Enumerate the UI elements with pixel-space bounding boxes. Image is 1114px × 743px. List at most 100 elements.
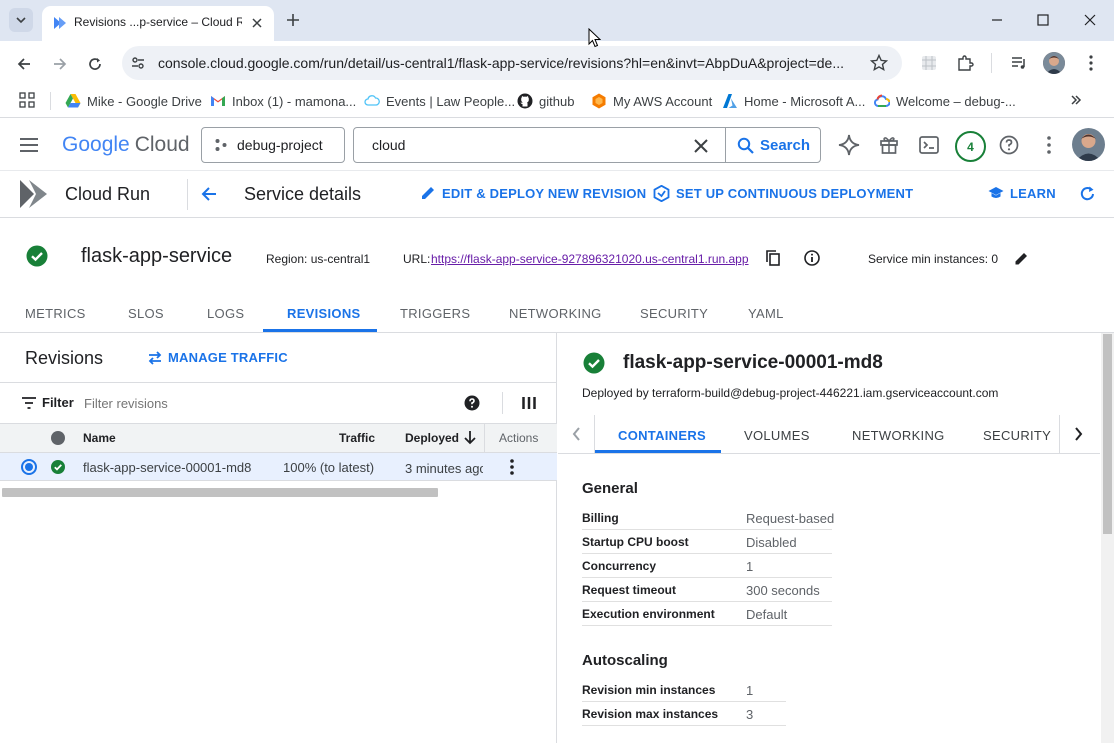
back-button[interactable] xyxy=(12,52,36,76)
learn-button[interactable]: LEARN xyxy=(988,185,1056,201)
gemini-button[interactable] xyxy=(836,132,862,158)
copy-icon xyxy=(766,250,780,266)
reload-button[interactable] xyxy=(83,52,107,76)
filter-button[interactable]: Filter xyxy=(22,395,74,410)
copy-url-button[interactable] xyxy=(764,249,782,267)
apps-button[interactable] xyxy=(18,91,36,109)
profile-avatar[interactable] xyxy=(1043,52,1065,74)
tab-triggers[interactable]: TRIGGERS xyxy=(400,306,470,321)
more-vert-icon xyxy=(1047,136,1051,154)
arrow-left-icon xyxy=(17,58,30,70)
edit-min-instances-button[interactable] xyxy=(1011,249,1031,267)
info-icon xyxy=(804,250,820,266)
browser-tab-active[interactable]: Revisions ...p-service – Cloud Ru xyxy=(42,6,274,41)
product-name[interactable]: Cloud Run xyxy=(65,184,150,205)
row-divider xyxy=(582,625,832,626)
row-divider xyxy=(582,725,786,726)
row-actions-button[interactable] xyxy=(502,457,522,477)
tab-yaml[interactable]: YAML xyxy=(748,306,784,321)
column-display-button[interactable] xyxy=(519,394,539,412)
main-menu-button[interactable] xyxy=(16,133,42,157)
view-column-icon xyxy=(522,397,536,409)
service-url-link[interactable]: https://flask-app-service-927896321020.u… xyxy=(431,252,749,266)
address-bar[interactable]: console.cloud.google.com/run/detail/us-c… xyxy=(122,46,902,80)
search-button[interactable]: Search xyxy=(725,127,821,163)
window-close-button[interactable] xyxy=(1078,8,1102,32)
help-icon xyxy=(464,395,480,411)
search-input[interactable]: cloud xyxy=(372,137,405,153)
url-info-button[interactable] xyxy=(803,249,821,267)
notification-count: 4 xyxy=(967,139,974,154)
media-button[interactable] xyxy=(1008,52,1030,74)
bookmark-microsoft[interactable]: Home - Microsoft A... xyxy=(722,90,865,112)
tab-networking[interactable]: NETWORKING xyxy=(509,306,602,321)
project-picker[interactable]: debug-project xyxy=(201,127,345,163)
new-tab-button[interactable] xyxy=(282,9,304,31)
vertical-scrollbar-thumb[interactable] xyxy=(1103,334,1112,534)
google-cloud-logo[interactable]: Google Cloud xyxy=(62,132,190,158)
tab-search-button[interactable] xyxy=(9,8,33,32)
notifications-button[interactable]: 4 xyxy=(955,131,986,162)
cloud-shell-button[interactable] xyxy=(916,132,942,158)
forward-button[interactable] xyxy=(48,52,72,76)
revision-name-cell[interactable]: flask-app-service-00001-md8 xyxy=(83,460,251,475)
project-name: debug-project xyxy=(237,137,323,153)
bookmark-events[interactable]: Events | Law People... xyxy=(364,90,515,112)
deployed-by: Deployed by terraform-build@debug-projec… xyxy=(582,386,999,400)
edit-deploy-button[interactable]: EDIT & DEPLOY NEW REVISION xyxy=(420,185,646,201)
tab-revisions[interactable]: REVISIONS xyxy=(287,306,361,321)
tab-security[interactable]: SECURITY xyxy=(640,306,708,321)
gift-button[interactable] xyxy=(876,132,902,158)
bookmark-label: github xyxy=(539,93,575,109)
tab-metrics[interactable]: METRICS xyxy=(25,306,86,321)
minimize-button[interactable] xyxy=(985,8,1009,32)
filter-input[interactable] xyxy=(84,394,444,412)
bookmark-aws[interactable]: My AWS Account xyxy=(591,90,712,112)
clear-search-button[interactable] xyxy=(690,135,712,157)
bookmark-github[interactable]: github xyxy=(517,90,574,112)
account-avatar[interactable] xyxy=(1072,128,1105,161)
revision-radio[interactable] xyxy=(21,459,37,475)
tab-slos[interactable]: SLOS xyxy=(128,306,164,321)
maximize-button[interactable] xyxy=(1031,8,1055,32)
column-header-name[interactable]: Name xyxy=(83,431,116,445)
avatar-icon xyxy=(1043,52,1065,74)
site-settings-icon[interactable] xyxy=(130,55,146,71)
horizontal-scrollbar[interactable] xyxy=(2,488,438,497)
tab-close-button[interactable] xyxy=(246,12,268,34)
revision-title: flask-app-service-00001-md8 xyxy=(623,352,883,373)
subtab-security[interactable]: SECURITY xyxy=(983,428,1051,443)
extensions-button[interactable] xyxy=(954,52,976,74)
bookmark-gmail[interactable]: Inbox (1) - mamona... xyxy=(210,90,356,112)
manage-traffic-button[interactable]: MANAGE TRAFFIC xyxy=(148,350,288,365)
subtab-containers[interactable]: CONTAINERS xyxy=(618,428,706,443)
console-settings-menu-button[interactable] xyxy=(1036,132,1062,158)
revision-traffic-cell: 100% (to latest) xyxy=(283,460,375,475)
subtab-networking[interactable]: NETWORKING xyxy=(852,428,945,443)
bookmark-google-drive[interactable]: Mike - Google Drive xyxy=(65,90,202,112)
back-to-services-button[interactable] xyxy=(196,181,222,207)
continuous-deployment-label: SET UP CONTINUOUS DEPLOYMENT xyxy=(676,186,914,201)
column-header-traffic[interactable]: Traffic xyxy=(339,431,375,445)
arrow-down-icon[interactable] xyxy=(464,430,476,445)
star-icon[interactable] xyxy=(870,54,888,72)
bookmark-welcome[interactable]: Welcome – debug-... xyxy=(874,90,1016,112)
avatar-icon xyxy=(1072,128,1105,161)
filter-help-button[interactable] xyxy=(462,394,482,412)
execution-environment-value: Default xyxy=(746,607,788,622)
refresh-button[interactable] xyxy=(1076,182,1098,204)
subtabs-scroll-right[interactable] xyxy=(1068,424,1088,444)
more-vert-icon xyxy=(510,459,514,475)
playlist-icon xyxy=(1012,57,1025,69)
column-header-deployed[interactable]: Deployed xyxy=(405,431,459,445)
extension-button[interactable] xyxy=(918,52,940,74)
browser-menu-button[interactable] xyxy=(1080,52,1102,74)
tab-logs[interactable]: LOGS xyxy=(207,306,244,321)
divider xyxy=(502,392,503,414)
subtab-volumes[interactable]: VOLUMES xyxy=(744,428,810,443)
subtabs-scroll-left[interactable] xyxy=(566,424,586,444)
help-button[interactable] xyxy=(996,132,1022,158)
bookmarks-overflow-button[interactable] xyxy=(1066,91,1086,109)
page-title: Service details xyxy=(244,184,362,204)
continuous-deployment-button[interactable]: SET UP CONTINUOUS DEPLOYMENT xyxy=(653,185,913,202)
